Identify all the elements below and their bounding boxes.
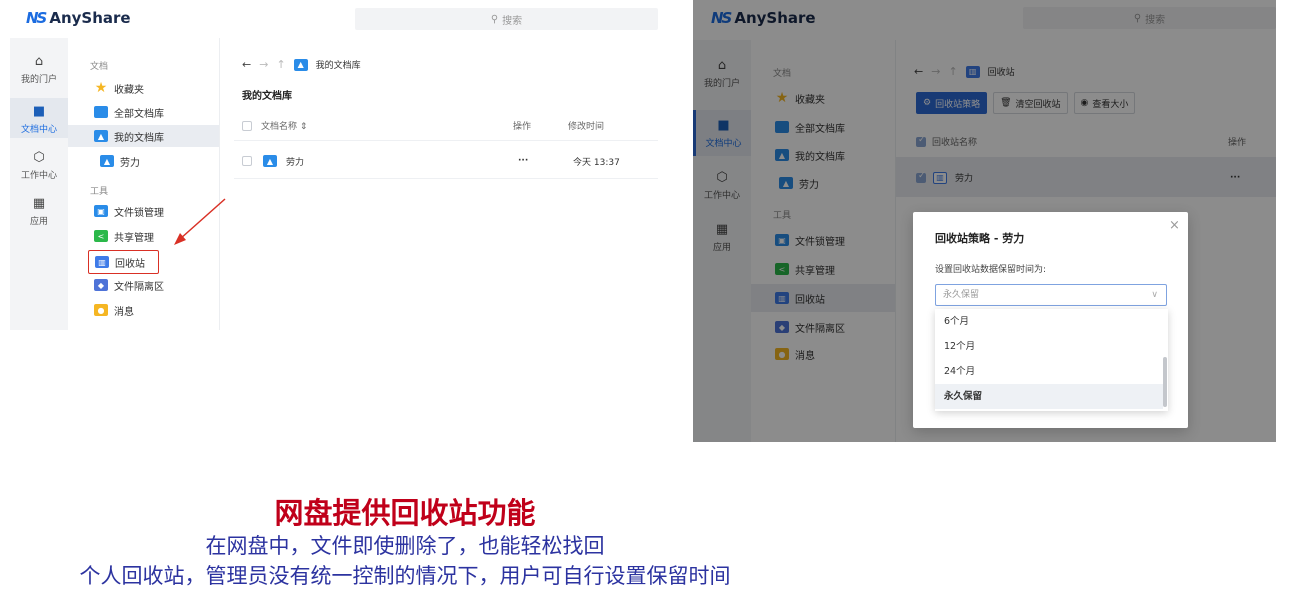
user-folder-icon: ▲	[263, 155, 277, 167]
tree-label: 文件隔离区	[114, 281, 164, 293]
dialog-title: 回收站策略 - 劳力	[935, 232, 1025, 245]
main-content: ← → ↑ ▲ 我的文档库 我的文档库 文档名称 ⇕ 操作 修改时间 ▲ 劳力 …	[220, 38, 658, 330]
cube-icon: ⬡	[33, 150, 45, 165]
column-name-header[interactable]: 文档名称 ⇕	[261, 119, 501, 132]
shield-icon: ◆	[94, 279, 108, 291]
rail-item-docs[interactable]: ■ 文档中心	[10, 98, 68, 138]
share-icon: <	[94, 230, 108, 242]
tree-item-user-folder[interactable]: ▲ 劳力	[100, 150, 140, 172]
divider	[234, 178, 658, 179]
tree-heading-tools: 工具	[90, 187, 109, 197]
apps-icon: ▦	[32, 196, 46, 211]
rail-label: 我的门户	[20, 75, 57, 85]
option-24-months[interactable]: 24个月	[935, 359, 1163, 384]
tree-heading-docs: 文档	[90, 62, 109, 72]
tree-label: 收藏夹	[114, 84, 144, 96]
tree-item-quarantine[interactable]: ◆ 文件隔离区	[94, 274, 164, 296]
caption-title: 网盘提供回收站功能	[274, 496, 536, 530]
row-checkbox[interactable]	[242, 156, 252, 166]
retention-dropdown: 6个月 12个月 24个月 永久保留	[935, 309, 1168, 411]
top-bar: NS AnyShare ⚲ 搜索	[10, 0, 658, 38]
star-icon: ★	[94, 80, 108, 96]
doc-tree: 文档 ★ 收藏夹 全部文档库 ▲ 我的文档库 ▲ 劳力 工具 ▣ 文件锁管理 <…	[68, 38, 220, 330]
tree-label: 全部文档库	[114, 108, 164, 120]
tree-label: 劳力	[120, 157, 140, 169]
rail-label: 文档中心	[20, 125, 57, 135]
select-value: 永久保留	[943, 290, 980, 300]
page-title: 我的文档库	[242, 91, 292, 102]
breadcrumb: ← → ↑ ▲ 我的文档库	[242, 58, 361, 71]
rail-label: 工作中心	[20, 171, 57, 181]
tree-item-recycle-bin[interactable]: ▥ 回收站	[88, 250, 159, 274]
brand-name: AnyShare	[49, 9, 131, 27]
right-screenshot: NS AnyShare ⚲ 搜索 ⌂ 我的门户 ■ 文档中心 ⬡ 工作中心 ▦ …	[693, 0, 1276, 442]
folder-icon	[94, 106, 108, 118]
user-folder-icon: ▲	[293, 58, 308, 71]
table-row[interactable]: ▲ 劳力 ··· 今天 13:37	[242, 150, 658, 172]
tree-item-messages[interactable]: ● 消息	[94, 299, 134, 321]
rail-item-work[interactable]: ⬡ 工作中心	[10, 150, 68, 181]
user-folder-icon: ▲	[94, 130, 108, 142]
tree-label: 消息	[114, 306, 134, 318]
option-6-months[interactable]: 6个月	[935, 309, 1163, 334]
home-icon: ⌂	[34, 54, 44, 69]
chevron-down-icon: ∨	[1151, 290, 1158, 300]
tree-item-file-lock[interactable]: ▣ 文件锁管理	[94, 200, 164, 222]
tree-label: 文件锁管理	[114, 207, 164, 219]
nav-rail: ⌂ 我的门户 ■ 文档中心 ⬡ 工作中心 ▦ 应用	[10, 38, 68, 330]
trash-icon: ▥	[95, 256, 109, 268]
breadcrumb-current[interactable]: 我的文档库	[316, 58, 361, 71]
row-modified: 今天 13:37	[573, 157, 620, 168]
folder-icon: ■	[32, 104, 46, 119]
dropdown-scrollbar[interactable]	[1163, 357, 1167, 407]
search-icon: ⚲	[490, 13, 499, 25]
anyshare-logo-icon: NS	[26, 9, 47, 27]
bell-icon: ●	[94, 304, 108, 316]
option-forever[interactable]: 永久保留	[935, 384, 1163, 409]
column-action-header: 操作	[513, 122, 532, 132]
brand-logo[interactable]: NS AnyShare	[26, 9, 131, 27]
tree-item-all-libs[interactable]: 全部文档库	[94, 101, 164, 123]
user-folder-icon: ▲	[100, 155, 114, 167]
close-icon[interactable]: ×	[1169, 218, 1180, 233]
option-12-months[interactable]: 12个月	[935, 334, 1163, 359]
search-placeholder: 搜索	[502, 15, 523, 27]
search-input[interactable]: ⚲ 搜索	[355, 8, 658, 30]
column-modified-header: 修改时间	[568, 122, 605, 132]
tree-item-share[interactable]: < 共享管理	[94, 225, 154, 247]
back-arrow-icon[interactable]: ←	[242, 58, 251, 71]
tree-label: 回收站	[115, 258, 145, 270]
more-icon[interactable]: ···	[518, 156, 573, 166]
caption-line-1: 在网盘中，文件即使删除了，也能轻松找回	[205, 534, 605, 558]
left-screenshot: NS AnyShare ⚲ 搜索 ⌂ 我的门户 ■ 文档中心 ⬡ 工作中心 ▦ …	[10, 0, 658, 330]
dialog-field-label: 设置回收站数据保留时间为:	[935, 265, 1047, 275]
up-arrow-icon[interactable]: ↑	[276, 58, 285, 71]
divider	[234, 140, 658, 141]
tree-label: 我的文档库	[114, 132, 164, 144]
row-name[interactable]: 劳力	[286, 155, 506, 168]
lock-icon: ▣	[94, 205, 108, 217]
forward-arrow-icon[interactable]: →	[259, 58, 268, 71]
retention-select[interactable]: 永久保留 ∨	[935, 284, 1167, 306]
rail-label: 应用	[29, 217, 48, 227]
tree-item-favorites[interactable]: ★ 收藏夹	[94, 77, 144, 99]
rail-item-portal[interactable]: ⌂ 我的门户	[10, 54, 68, 85]
rail-item-apps[interactable]: ▦ 应用	[10, 196, 68, 227]
tree-label: 共享管理	[114, 232, 154, 244]
table-header: 文档名称 ⇕ 操作 修改时间	[242, 119, 658, 132]
tree-item-my-lib[interactable]: ▲ 我的文档库	[68, 125, 220, 147]
caption-line-2: 个人回收站，管理员没有统一控制的情况下，用户可自行设置保留时间	[79, 564, 731, 588]
select-all-checkbox[interactable]	[242, 120, 252, 131]
recycle-policy-dialog: × 回收站策略 - 劳力 设置回收站数据保留时间为: 永久保留 ∨ 6个月 12…	[913, 212, 1188, 428]
